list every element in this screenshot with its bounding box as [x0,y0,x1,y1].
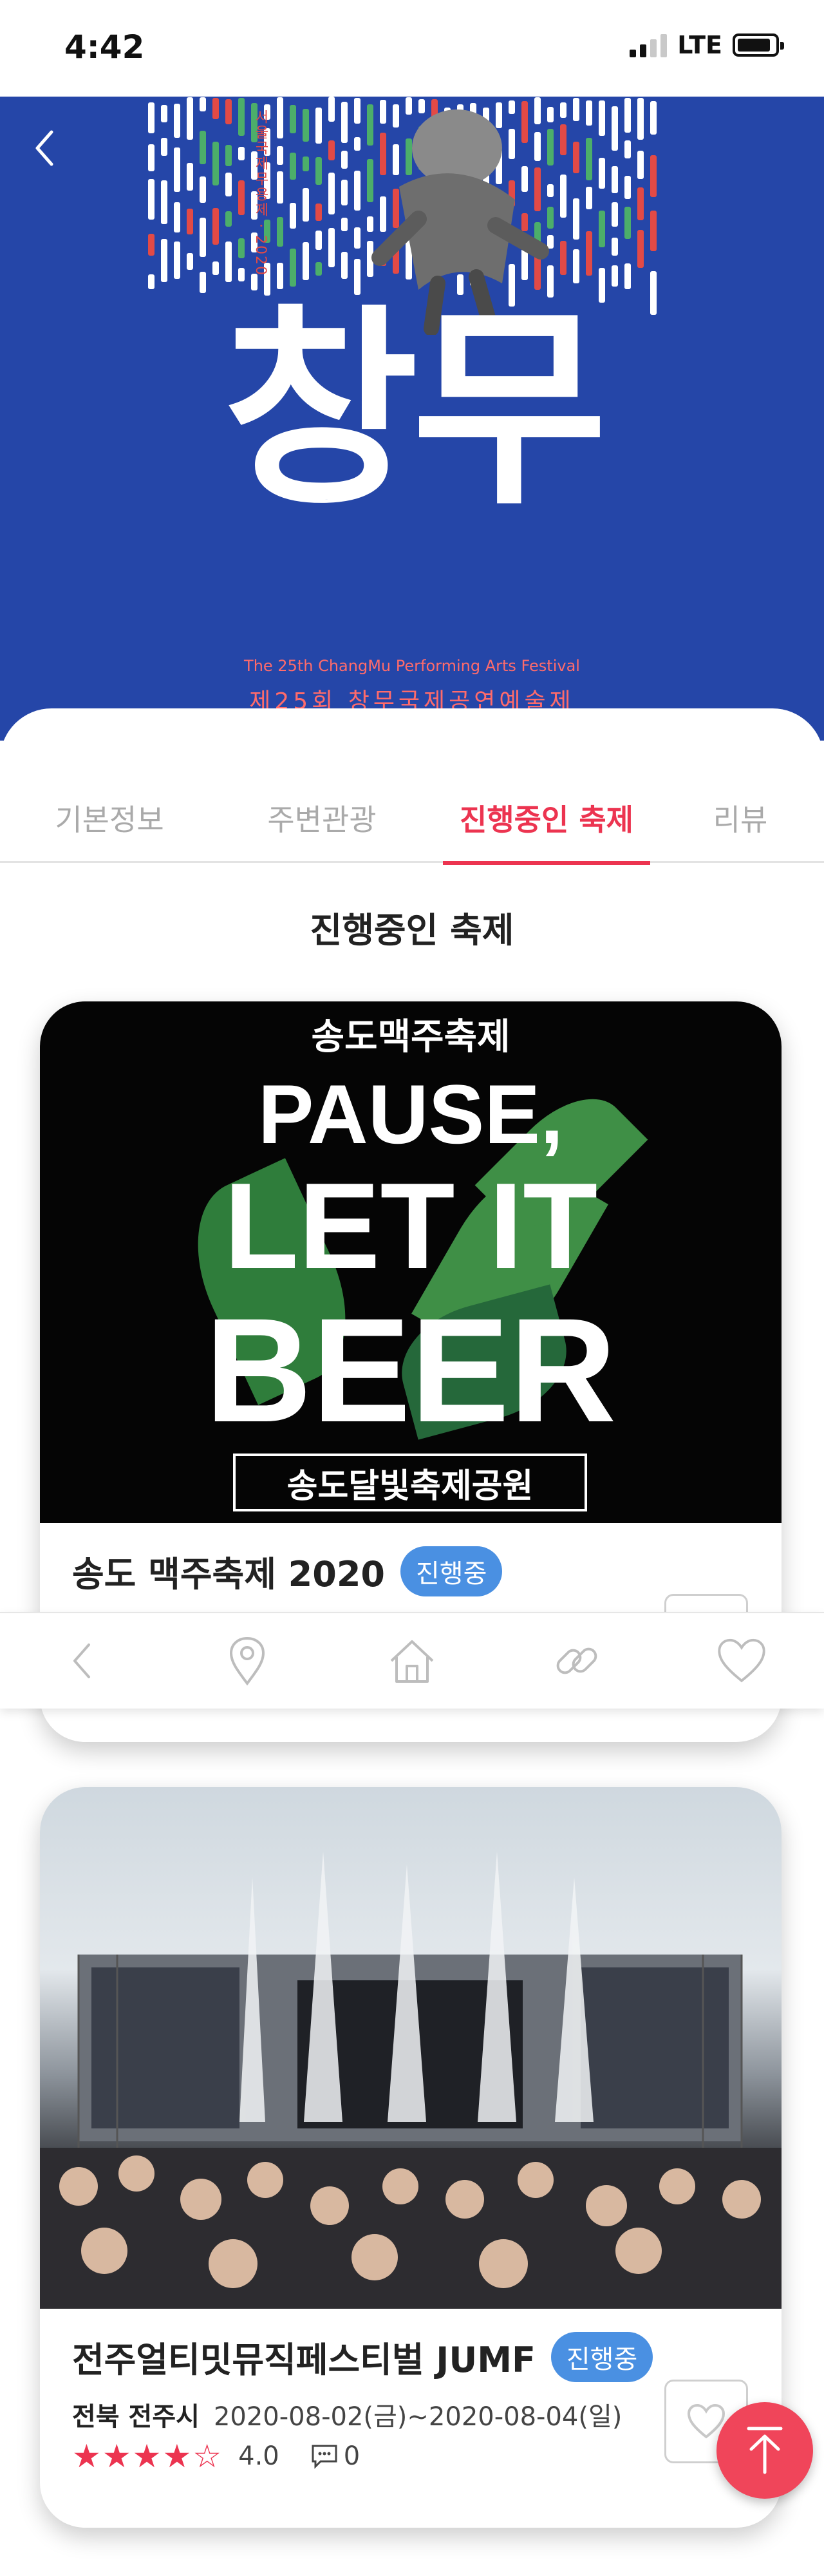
festival-dates: 2020-08-02(금)~2020-08-04(일) [213,2402,623,2432]
battery-icon [733,33,784,57]
back-icon [73,1643,90,1678]
network-label: LTE [677,31,722,59]
link-icon [556,1647,597,1674]
hero-banner: 서울국제무용제 · 2020 창무 The 25th ChangMu Perfo… [0,97,824,741]
comment-icon [312,2445,337,2469]
poster-vertical-text: 서울국제무용제 · 2020 [252,109,268,276]
heart-icon [718,1638,765,1683]
back-button[interactable] [26,122,64,174]
festival-region: 전북 전주시 [72,2402,200,2432]
star-rating-icon: ★★★★☆ [72,2438,223,2475]
arrow-up-icon [747,2427,783,2474]
status-badge: 진행중 [550,2331,653,2382]
poster-top-label: 송도맥주축제 [311,1016,510,1058]
chevron-left-icon [35,130,53,166]
tab-bar: 기본정보 주변관광 진행중인 축제 리뷰 [0,773,824,865]
tab-basic-info[interactable]: 기본정보 [26,773,193,863]
home-icon [390,1640,434,1683]
status-bar: 4:42 LTE [0,0,824,97]
festival-meta: 전북 전주시 2020-08-02(금)~2020-08-04(일) [72,2396,622,2433]
nav-home-button[interactable] [380,1629,444,1693]
festival-name: 전주얼티밋뮤직페스티벌 JUMF [72,2340,536,2380]
festival-rating: ★★★★☆ 4.0 0 [72,2438,360,2475]
scroll-to-top-button[interactable] [716,2402,813,2499]
nav-link-button[interactable] [545,1629,609,1693]
poster-line-1: PAUSE, [258,1067,564,1161]
tab-ongoing-festivals[interactable]: 진행중인 축제 [443,773,650,865]
poster-line-3: BEER [205,1287,617,1453]
section-title: 진행중인 축제 [310,910,514,951]
status-time: 4:42 [64,28,145,66]
festival-card[interactable]: 전주얼티밋뮤직페스티벌 JUMF 진행중 전북 전주시 2020-08-02(금)… [40,1787,782,2528]
concert-photo [40,1852,782,2309]
bottom-navigation [0,1612,824,1709]
poster-title: 창무 [223,284,607,534]
festival-photo [40,1787,782,2309]
tab-reviews[interactable]: 리뷰 [695,773,785,863]
nav-location-button[interactable] [215,1629,279,1693]
signal-icon [630,33,668,57]
tab-nearby-tour[interactable]: 주변관광 [238,773,406,863]
status-badge: 진행중 [400,1546,503,1596]
location-pin-icon [229,1636,265,1686]
poster-location: 송도달빛축제공원 [233,1454,587,1511]
poster-subtitle: The 25th ChangMu Performing Arts Festiva… [244,657,580,675]
review-count: 0 [343,2441,360,2471]
nav-back-button[interactable] [50,1629,115,1693]
nav-favorite-button[interactable] [709,1629,774,1693]
festival-poster: 송도맥주축제 PAUSE, LET IT BEER 송도달빛축제공원 [40,1001,782,1523]
poster-line-2: LET IT [223,1158,598,1294]
festival-name: 송도 맥주축제 2020 [72,1554,385,1595]
rating-score: 4.0 [238,2441,279,2471]
